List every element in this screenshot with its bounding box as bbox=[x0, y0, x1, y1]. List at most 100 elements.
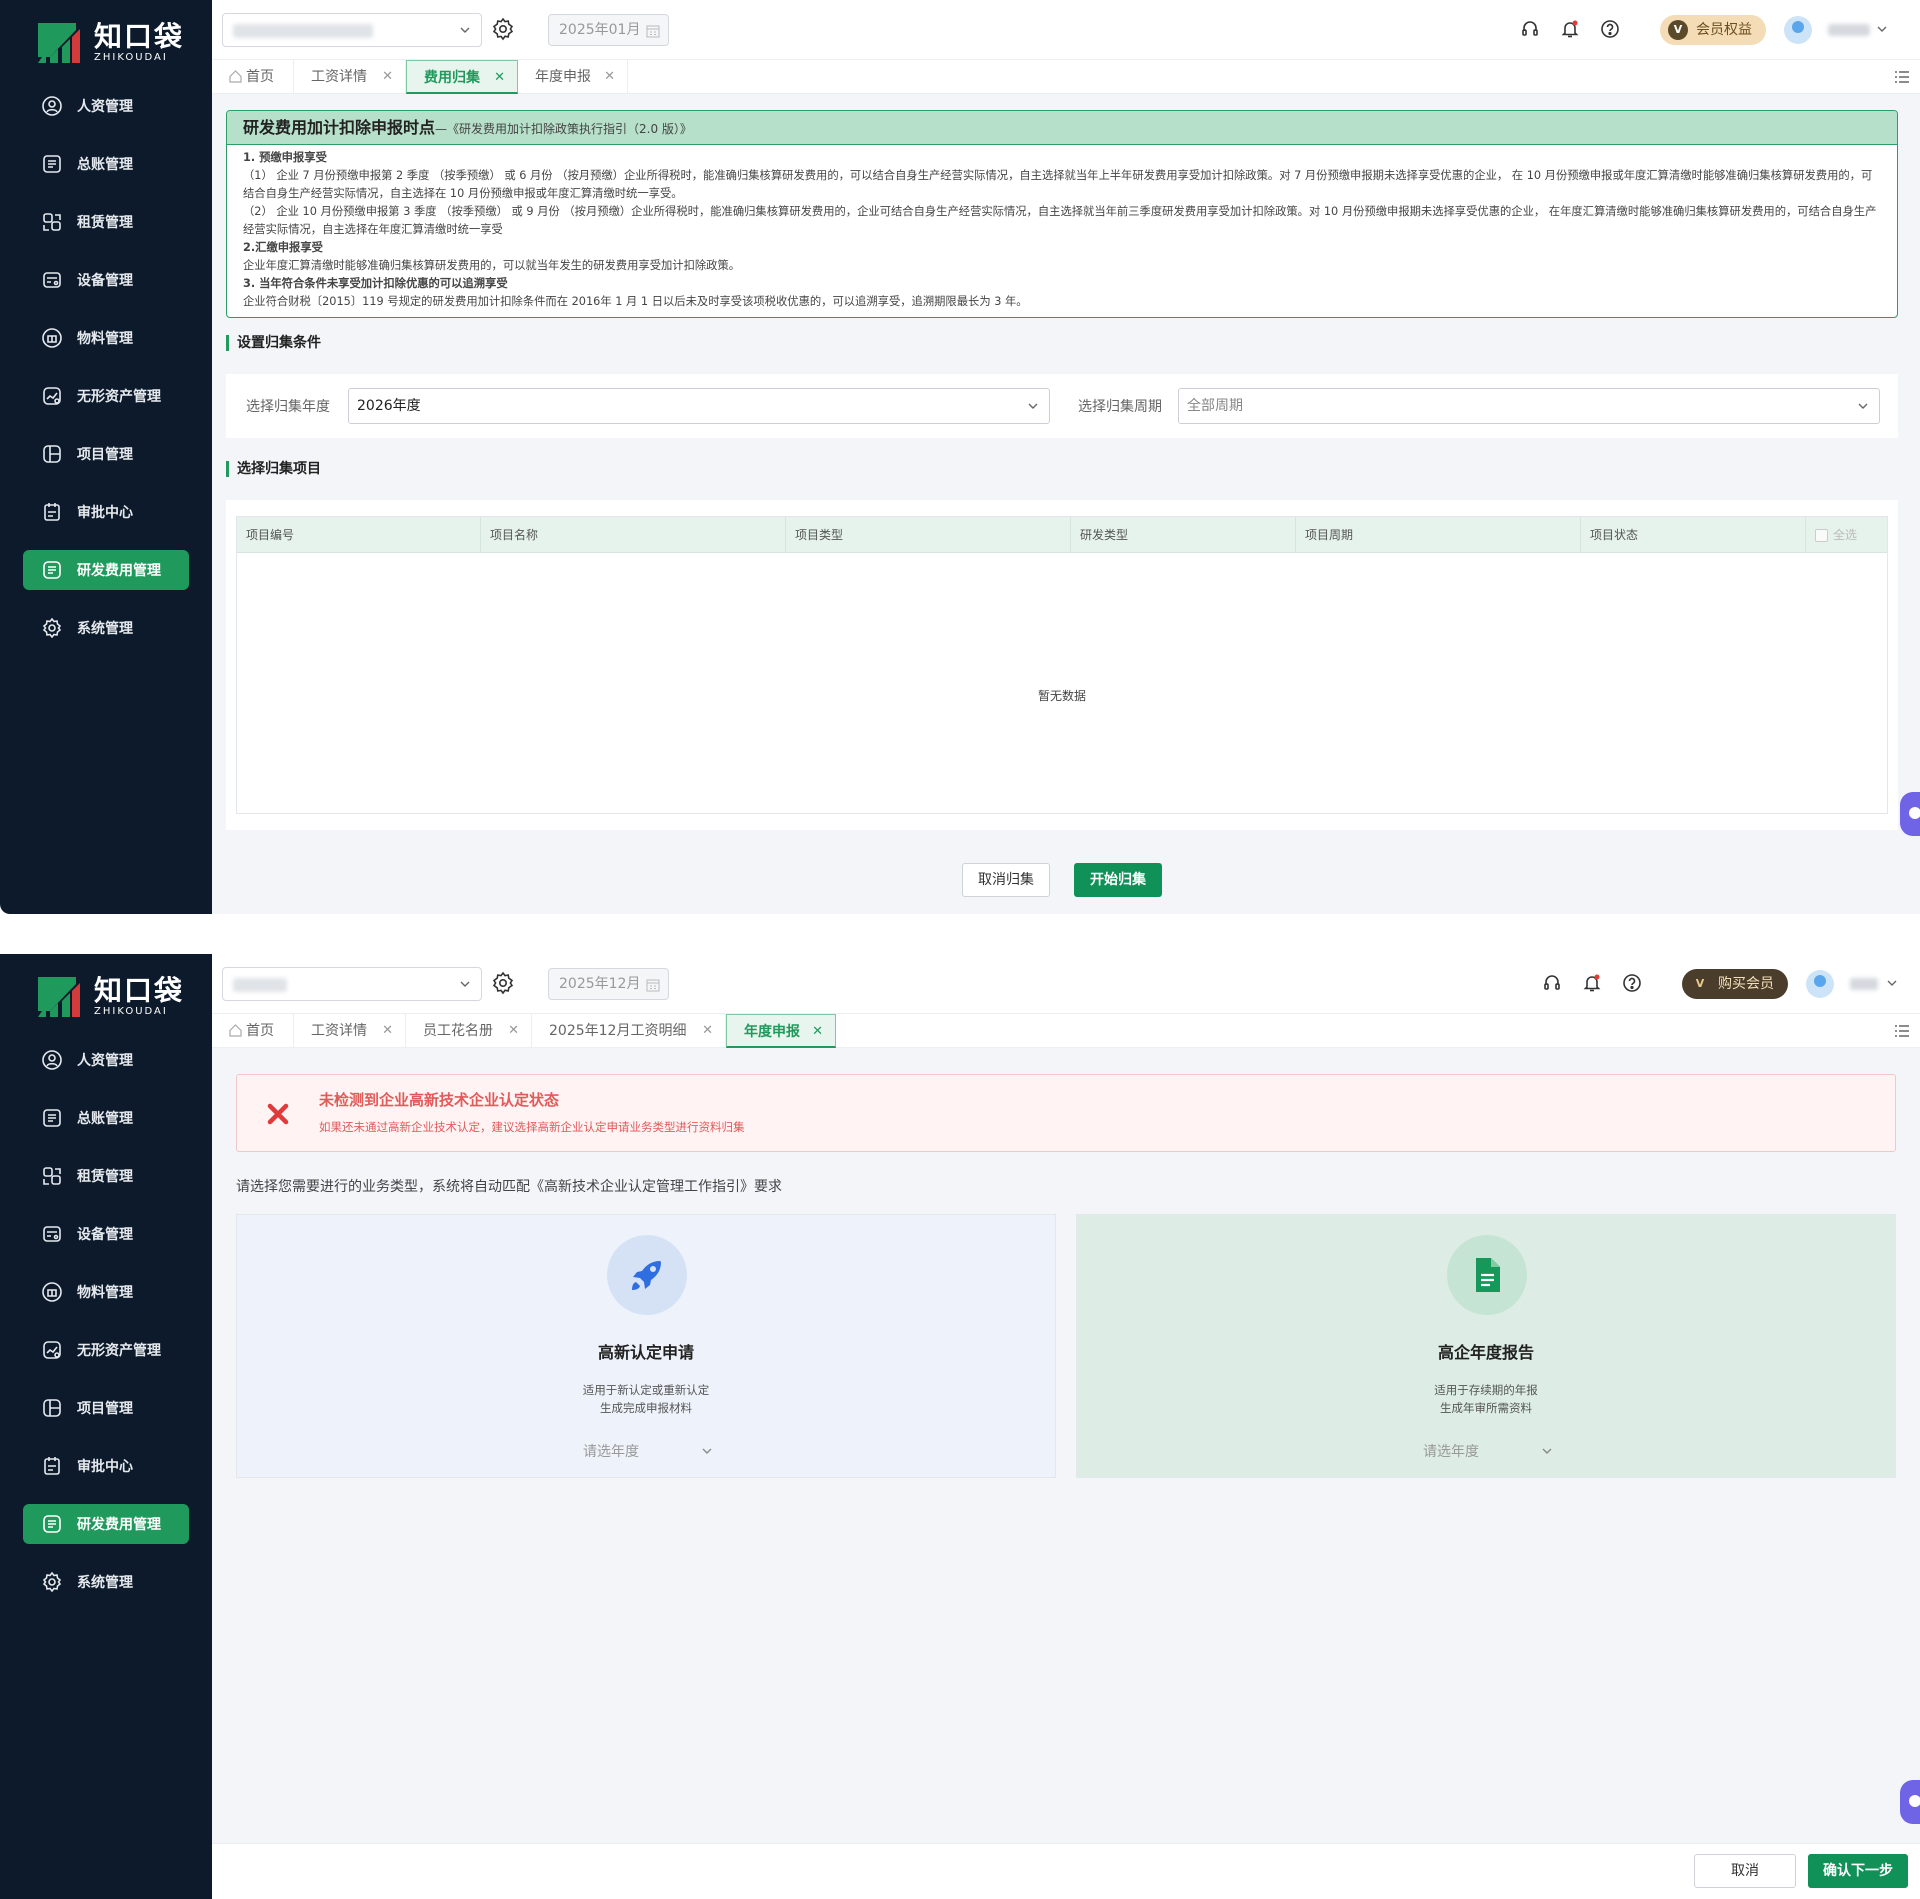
sidebar-item-lease[interactable]: 租赁管理 bbox=[23, 1156, 189, 1196]
sidebar-item-hr[interactable]: 人资管理 bbox=[23, 1040, 189, 1080]
logo[interactable]: 知口袋 ZHIKOUDAI bbox=[36, 974, 184, 1020]
sidebar-item-label: 系统管理 bbox=[77, 1575, 133, 1591]
error-icon bbox=[267, 1103, 289, 1125]
chevron-down-icon[interactable] bbox=[1886, 977, 1898, 989]
close-icon[interactable]: ✕ bbox=[382, 1014, 393, 1048]
tab-home[interactable]: 首页 bbox=[212, 1014, 294, 1048]
close-icon[interactable]: ✕ bbox=[382, 60, 393, 94]
year-select[interactable]: 2026年度 bbox=[348, 388, 1050, 424]
sidebar-item-intangible[interactable]: 无形资产管理 bbox=[23, 376, 189, 416]
tab-salary-detail[interactable]: 工资详情 ✕ bbox=[294, 60, 406, 94]
help-icon[interactable] bbox=[1600, 19, 1620, 39]
tab-list-icon[interactable] bbox=[1894, 1024, 1910, 1038]
logo[interactable]: 知口袋 ZHIKOUDAI bbox=[36, 20, 184, 66]
tab-annual-report[interactable]: 年度申报 ✕ bbox=[726, 1014, 836, 1048]
sidebar-item-label: 研发费用管理 bbox=[77, 563, 161, 579]
start-collection-button[interactable]: 开始归集 bbox=[1074, 863, 1162, 897]
company-selector[interactable] bbox=[222, 13, 482, 47]
help-icon[interactable] bbox=[1622, 973, 1642, 993]
column-header[interactable]: 项目类型 bbox=[786, 517, 1071, 553]
sidebar-item-ledger[interactable]: 总账管理 bbox=[23, 1098, 189, 1138]
sidebar-item-approval[interactable]: 审批中心 bbox=[23, 1446, 189, 1486]
sidebar-item-device[interactable]: 设备管理 bbox=[23, 1214, 189, 1254]
tab-employee-roster[interactable]: 员工花名册 ✕ bbox=[406, 1014, 532, 1048]
cancel-collection-button[interactable]: 取消归集 bbox=[962, 863, 1050, 897]
card-year-select[interactable]: 请选年度 bbox=[1423, 1441, 1553, 1461]
confirm-next-button[interactable]: 确认下一步 bbox=[1808, 1854, 1908, 1888]
card-hightech-application[interactable]: 高新认定申请 适用于新认定或重新认定 生成完成申报材料 请选年度 bbox=[236, 1214, 1056, 1478]
bell-icon[interactable] bbox=[1582, 973, 1602, 993]
month-picker[interactable]: 2025年01月 bbox=[548, 14, 669, 46]
gear-icon bbox=[42, 1571, 62, 1593]
sidebar-item-project[interactable]: 项目管理 bbox=[23, 1388, 189, 1428]
bell-icon[interactable] bbox=[1560, 19, 1580, 39]
sidebar-item-label: 设备管理 bbox=[77, 1227, 133, 1243]
headset-icon[interactable] bbox=[1542, 973, 1562, 993]
tab-annual-report[interactable]: 年度申报 ✕ bbox=[518, 60, 628, 94]
gear-icon[interactable] bbox=[491, 971, 515, 995]
vip-benefits-button[interactable]: V 会员权益 bbox=[1660, 15, 1766, 45]
approval-icon bbox=[44, 503, 60, 521]
column-header[interactable]: 项目状态 bbox=[1581, 517, 1806, 553]
sidebar-item-project[interactable]: 项目管理 bbox=[23, 434, 189, 474]
chevron-down-icon bbox=[1858, 403, 1868, 409]
sidebar-item-lease[interactable]: 租赁管理 bbox=[23, 202, 189, 242]
avatar[interactable] bbox=[1784, 16, 1812, 44]
sidebar-item-rd-expense[interactable]: 研发费用管理 bbox=[23, 550, 189, 590]
card-year-placeholder: 请选年度 bbox=[1423, 1444, 1479, 1460]
month-picker[interactable]: 2025年12月 bbox=[548, 968, 669, 1000]
period-select[interactable]: 全部周期 bbox=[1178, 388, 1880, 424]
sidebar-item-ledger[interactable]: 总账管理 bbox=[23, 144, 189, 184]
headset-icon[interactable] bbox=[1520, 19, 1540, 39]
home-icon bbox=[229, 70, 242, 83]
column-header[interactable]: 项目名称 bbox=[481, 517, 786, 553]
column-header[interactable]: 项目周期 bbox=[1296, 517, 1581, 553]
sidebar-item-device[interactable]: 设备管理 bbox=[23, 260, 189, 300]
select-all-checkbox[interactable]: 全选 bbox=[1806, 517, 1887, 553]
cancel-button[interactable]: 取消 bbox=[1694, 1854, 1796, 1888]
card-year-select[interactable]: 请选年度 bbox=[583, 1441, 713, 1461]
sidebar-item-material[interactable]: 物料管理 bbox=[23, 1272, 189, 1312]
gear-icon[interactable] bbox=[491, 17, 515, 41]
avatar[interactable] bbox=[1806, 970, 1834, 998]
tab-list-icon[interactable] bbox=[1894, 70, 1910, 84]
close-icon[interactable]: ✕ bbox=[812, 1015, 823, 1049]
sidebar-menu: 人资管理 总账管理 租赁管理 设备管理 物料管理 无形资产管理 项目管理 审批中… bbox=[23, 86, 189, 666]
chevron-down-icon[interactable] bbox=[1876, 23, 1888, 35]
logo-title: 知口袋 bbox=[94, 974, 185, 1007]
section-title-projects: 选择归集项目 bbox=[226, 461, 321, 477]
close-icon[interactable]: ✕ bbox=[508, 1014, 519, 1048]
sidebar-item-system[interactable]: 系统管理 bbox=[23, 1562, 189, 1602]
chat-bubble-icon[interactable] bbox=[1900, 1780, 1920, 1824]
user-name-redacted bbox=[1828, 24, 1870, 36]
column-header[interactable]: 项目编号 bbox=[237, 517, 481, 553]
sidebar-item-approval[interactable]: 审批中心 bbox=[23, 492, 189, 532]
sidebar-item-system[interactable]: 系统管理 bbox=[23, 608, 189, 648]
tab-expense-collection[interactable]: 费用归集 ✕ bbox=[406, 60, 518, 94]
chevron-down-icon bbox=[460, 981, 470, 987]
close-icon[interactable]: ✕ bbox=[494, 61, 505, 95]
topbar: 2025年01月 V 会员权益 bbox=[212, 0, 1920, 60]
sidebar-item-label: 人资管理 bbox=[77, 1053, 133, 1069]
tab-salary-details-dec[interactable]: 2025年12月工资明细 ✕ bbox=[532, 1014, 726, 1048]
notice-line: 2.汇缴申报享受 bbox=[243, 241, 323, 254]
section-title-conditions: 设置归集条件 bbox=[226, 335, 321, 351]
chat-bubble-icon[interactable] bbox=[1900, 792, 1920, 836]
sidebar-item-material[interactable]: 物料管理 bbox=[23, 318, 189, 358]
tab-salary-detail[interactable]: 工资详情 ✕ bbox=[294, 1014, 406, 1048]
tab-home[interactable]: 首页 bbox=[212, 60, 294, 94]
buy-vip-button[interactable]: V 购买会员 bbox=[1682, 969, 1788, 999]
close-icon[interactable]: ✕ bbox=[702, 1014, 713, 1048]
period-label: 选择归集周期 bbox=[1078, 399, 1162, 415]
empty-state: 暂无数据 bbox=[1037, 689, 1086, 703]
sidebar-item-intangible[interactable]: 无形资产管理 bbox=[23, 1330, 189, 1370]
notice-subtitle: —《研发费用加计扣除政策执行指引（2.0 版）》 bbox=[435, 122, 692, 136]
company-selector[interactable] bbox=[222, 967, 482, 1001]
sidebar-item-label: 系统管理 bbox=[77, 621, 133, 637]
card-hightech-annual-report[interactable]: 高企年度报告 适用于存续期的年报 生成年审所需资料 请选年度 bbox=[1076, 1214, 1896, 1478]
column-header[interactable]: 研发类型 bbox=[1071, 517, 1296, 553]
sidebar-item-rd-expense[interactable]: 研发费用管理 bbox=[23, 1504, 189, 1544]
sidebar-item-hr[interactable]: 人资管理 bbox=[23, 86, 189, 126]
notice-line: （2） 企业 10 月份预缴申报第 3 季度 （按季预缴） 或 9 月份 （按月… bbox=[243, 205, 1877, 236]
close-icon[interactable]: ✕ bbox=[604, 60, 615, 94]
